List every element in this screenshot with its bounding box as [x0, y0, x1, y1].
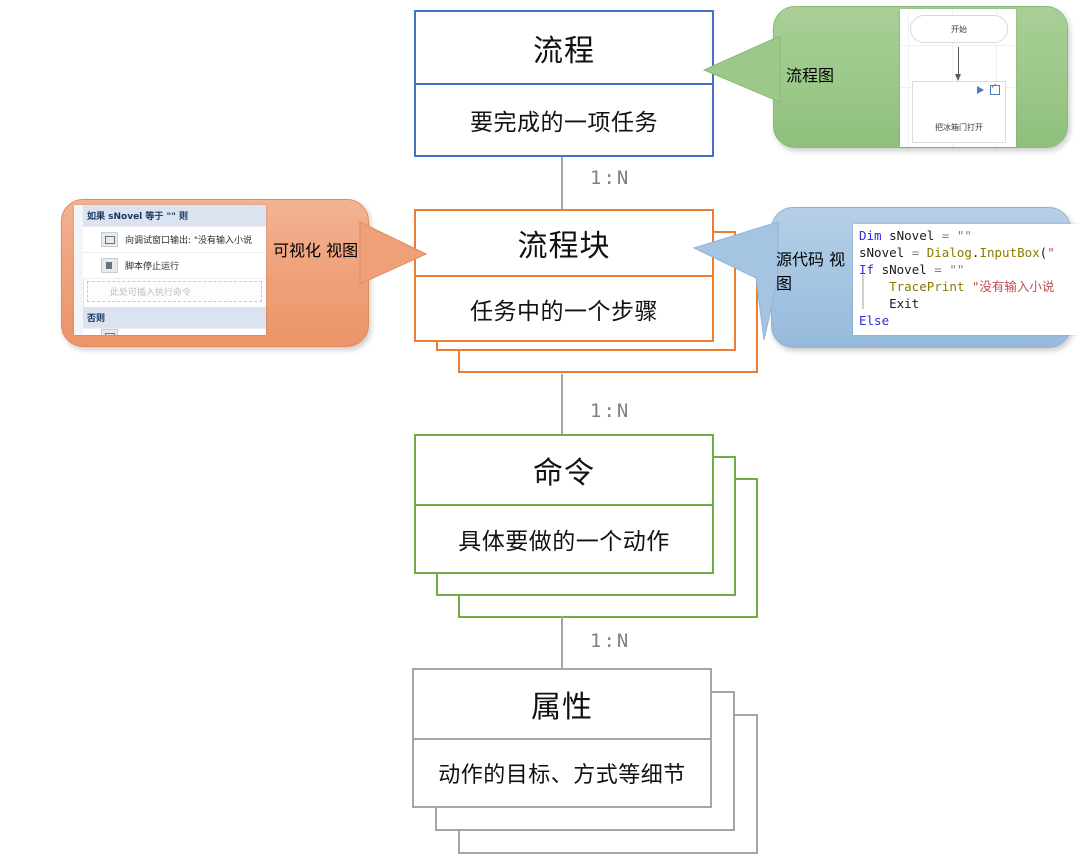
divider	[83, 278, 266, 279]
visual-editor-row[interactable]	[83, 329, 266, 335]
entity-command-card: 命令 具体要做的一个动作	[414, 434, 714, 574]
visual-editor-insert-placeholder[interactable]: 此处可插入执行命令	[87, 281, 262, 302]
flowchart-arrow-icon	[955, 47, 961, 81]
callout-source-label: 源代码 视图	[776, 250, 846, 293]
flowchart-action-node[interactable]: 把冰箱门打开	[912, 81, 1006, 143]
callout-flowchart-label: 流程图	[786, 66, 835, 85]
visual-editor-row-text: 脚本停止运行	[125, 262, 180, 272]
entity-command-subtitle: 具体要做的一个动作	[458, 529, 670, 555]
connector-process-block	[561, 157, 563, 209]
code-line: sNovel = Dialog.InputBox("	[859, 245, 1055, 260]
connector-command-property	[561, 616, 563, 668]
connector-label-command-property: 1:N	[590, 630, 631, 652]
connector-label-block-command: 1:N	[590, 400, 631, 422]
connector-label-process-block: 1:N	[590, 167, 631, 189]
entity-property-subtitle: 动作的目标、方式等细节	[438, 763, 686, 788]
visual-editor-row-text: 否则	[87, 314, 106, 324]
entity-command: 命令 具体要做的一个动作	[414, 434, 759, 620]
stop-script-icon	[101, 258, 118, 273]
callout-flowchart-tail	[702, 35, 781, 103]
code-line: Dim sNovel = ""	[859, 228, 972, 243]
visual-editor-row[interactable]: 否则	[83, 307, 266, 328]
screenshot-visual-editor: 如果 sNovel 等于 "" 则 向调试窗口输出: "没有输入小说 脚本停止运…	[74, 205, 266, 335]
code-line: TracePrint "没有输入小说	[889, 279, 1055, 294]
entity-process-title: 流程	[416, 12, 712, 85]
callout-source-tail	[692, 221, 779, 341]
code-line: Else	[859, 313, 890, 328]
entity-process: 流程 要完成的一项任务	[414, 10, 714, 157]
callout-visual-label: 可视化 视图	[273, 241, 359, 260]
play-icon[interactable]	[977, 86, 984, 94]
grid-line	[908, 9, 909, 147]
visual-editor-row[interactable]: 向调试窗口输出: "没有输入小说	[83, 227, 266, 252]
grid-line	[900, 45, 1016, 46]
code-line: If sNovel = ""	[859, 262, 965, 277]
entity-property: 属性 动作的目标、方式等细节	[412, 668, 758, 854]
entity-command-title: 命令	[416, 436, 712, 506]
command-icon	[101, 329, 118, 335]
screenshot-source-code: Dim sNovel = "" sNovel = Dialog.InputBox…	[853, 224, 1079, 335]
code-line: Exit	[859, 296, 920, 311]
callout-visual-tail	[359, 221, 428, 285]
screenshot-flowchart: 开始 把冰箱门打开	[900, 9, 1016, 147]
connector-block-command	[561, 374, 563, 434]
flowchart-start-node[interactable]: 开始	[910, 15, 1008, 43]
diagram-canvas: 流程 要完成的一项任务 1:N 流程块 任务中的一个步骤 1:N 命令 具体要做…	[0, 0, 1079, 854]
visual-editor-row-text: 向调试窗口输出: "没有输入小说	[125, 236, 253, 246]
flowchart-node-icons	[977, 85, 1000, 95]
visual-editor-row[interactable]: 脚本停止运行	[83, 253, 266, 278]
entity-process-subtitle: 要完成的一项任务	[470, 110, 658, 136]
entity-block-title: 流程块	[416, 211, 712, 277]
edit-icon[interactable]	[990, 85, 1000, 95]
entity-property-title: 属性	[414, 670, 710, 740]
debug-output-icon	[101, 232, 118, 247]
entity-block-card: 流程块 任务中的一个步骤	[414, 209, 714, 342]
entity-property-card: 属性 动作的目标、方式等细节	[412, 668, 712, 808]
entity-block-subtitle: 任务中的一个步骤	[470, 298, 658, 325]
visual-editor-row[interactable]: 如果 sNovel 等于 "" 则	[83, 205, 266, 226]
flowchart-action-label: 把冰箱门打开	[935, 123, 983, 132]
visual-editor-row-text: 如果 sNovel 等于 "" 则	[87, 212, 189, 222]
flowchart-start-label: 开始	[951, 24, 967, 34]
entity-process-card: 流程 要完成的一项任务	[414, 10, 714, 157]
visual-editor-row-text: 此处可插入执行命令	[110, 288, 192, 298]
